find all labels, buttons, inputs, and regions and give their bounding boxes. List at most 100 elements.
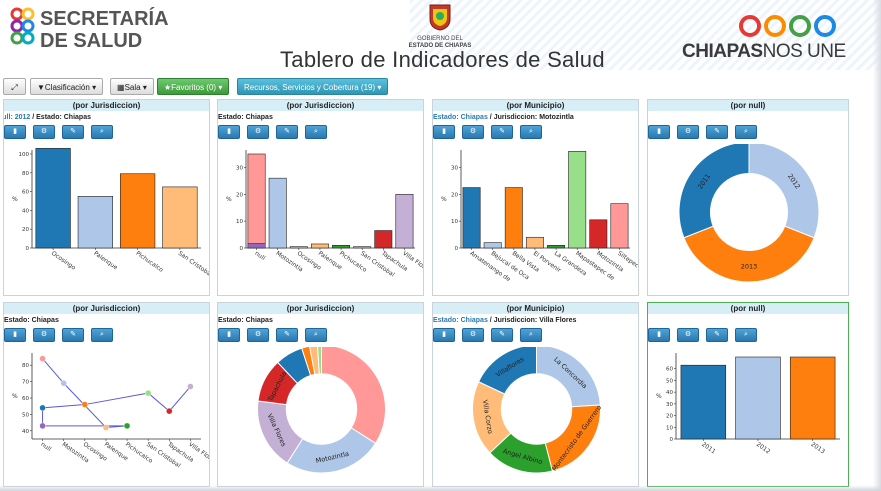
gear-button[interactable]: ⚙ (247, 125, 269, 139)
favoritos-dropdown[interactable]: ★Favoritos (0) ▾ (157, 78, 230, 95)
gear-button[interactable]: ⚙ (677, 125, 699, 139)
panel-title: (por Jurisdiccion) (218, 303, 423, 314)
bar-chart-button[interactable]: ▮ (4, 125, 26, 139)
point-5[interactable] (81, 401, 89, 408)
bar-8[interactable] (395, 193, 414, 249)
gear-button[interactable]: ⚙ (462, 328, 484, 342)
bar-3[interactable] (504, 187, 523, 249)
bar-2[interactable] (483, 242, 502, 249)
bar-chart-button[interactable]: ▮ (4, 328, 26, 342)
gear-button[interactable]: ⚙ (462, 125, 484, 139)
edit-button[interactable]: ✎ (491, 328, 513, 342)
y-tick-label: 20 (236, 192, 243, 198)
dashboard-screenshot: SECRETARÍA DE SALUD GOBIERNO DEL ESTADO … (0, 0, 881, 491)
panel-title: (por Municipio) (433, 100, 638, 111)
slice-2[interactable] (286, 427, 377, 474)
breadcrumb-link[interactable]: Estado: Chiapas (433, 317, 488, 324)
zoom-button[interactable]: ⌕ (735, 125, 757, 139)
breadcrumb-link[interactable]: Estado: Chiapas (433, 114, 488, 121)
edit-button[interactable]: ✎ (62, 328, 84, 342)
clasificacion-dropdown[interactable]: ▼Clasificación ▾ (30, 78, 104, 95)
zoom-button[interactable]: ⌕ (520, 328, 542, 342)
bar-1[interactable] (680, 364, 727, 440)
bar-5[interactable] (547, 245, 566, 249)
bar-3[interactable] (120, 173, 156, 249)
zoom-button[interactable]: ⌕ (520, 125, 542, 139)
gear-button[interactable]: ⚙ (33, 328, 55, 342)
bar-chart-button[interactable]: ▮ (648, 328, 670, 342)
bar-chart-button[interactable]: ▮ (433, 328, 455, 342)
y-tick-label: 60 (22, 190, 29, 196)
bar-1[interactable] (247, 153, 266, 249)
y-tick-label: 80 (22, 171, 29, 177)
breadcrumb-link[interactable]: null: 2012 (4, 114, 30, 121)
slice-3[interactable] (678, 144, 750, 239)
slice-1[interactable] (748, 144, 820, 239)
panel-breadcrumb (648, 314, 848, 326)
gear-button[interactable]: ⚙ (247, 328, 269, 342)
bar-1[interactable] (35, 148, 71, 249)
bar-3[interactable] (789, 356, 836, 440)
chart-line: 4050607080%null MotozintlaOcosingoPalenqu… (12, 353, 209, 470)
slice-1[interactable] (536, 347, 601, 408)
bar-2[interactable] (268, 177, 287, 249)
point-4[interactable] (60, 380, 67, 387)
point-2[interactable] (39, 404, 46, 412)
zoom-button[interactable]: ⌕ (91, 328, 113, 342)
bar-7[interactable] (374, 230, 393, 249)
point-7[interactable] (123, 422, 131, 430)
gear-button[interactable]: ⚙ (33, 125, 55, 139)
bar-7[interactable] (589, 219, 608, 249)
edit-button[interactable]: ✎ (706, 125, 728, 139)
bar-chart-button[interactable]: ▮ (433, 125, 455, 139)
zoom-button[interactable]: ⌕ (305, 125, 327, 139)
bar-2[interactable] (77, 195, 113, 249)
point-10[interactable] (187, 383, 194, 390)
bar-6[interactable] (568, 151, 587, 249)
indicator-panel-3[interactable]: (por Municipio) Estado: Chiapas / Jurisdi… (432, 99, 639, 296)
point-3[interactable] (39, 422, 46, 430)
indicator-panel-7[interactable]: (por Municipio) Estado: Chiapas / Jurisdi… (432, 302, 639, 487)
zoom-button[interactable]: ⌕ (735, 328, 757, 342)
point-8[interactable] (144, 389, 152, 397)
bar-chart-button[interactable]: ▮ (648, 125, 670, 139)
edit-button[interactable]: ✎ (276, 125, 298, 139)
indicator-panel-8[interactable]: (por null) ▮ ⚙ ✎ ⌕ 0 10 20 30 40 50 60% 2011 2012 2013 (647, 302, 849, 487)
bar-4[interactable] (525, 236, 544, 249)
bar-base-1[interactable] (247, 243, 266, 249)
indicator-panel-4[interactable]: (por null) ▮ ⚙ ✎ ⌕ 2012 2013 2011 (647, 99, 849, 296)
edit-button[interactable]: ✎ (491, 125, 513, 139)
expand-button[interactable]: ⤢ (3, 78, 26, 95)
edit-button[interactable]: ✎ (276, 328, 298, 342)
bar-4[interactable] (162, 186, 198, 249)
zoom-button[interactable]: ⌕ (305, 328, 327, 342)
indicator-panel-1[interactable]: (por Jurisdiccion)null: 2012 / Estado: C… (3, 99, 210, 296)
bar-chart-button[interactable]: ▮ (218, 328, 240, 342)
indicator-panel-5[interactable]: (por Jurisdiccion) Estado: Chiapas ▮ ⚙ ✎ ⌕ 40 5… (3, 302, 210, 487)
indicator-panel-2[interactable]: (por Jurisdiccion) Estado: Chiapas ▮ ⚙ ✎ ⌕ 0 10… (217, 99, 424, 296)
bar-4[interactable] (310, 243, 329, 249)
edit-button[interactable]: ✎ (706, 328, 728, 342)
bar-2[interactable] (735, 356, 781, 440)
bar-3[interactable] (289, 246, 308, 249)
zoom-button[interactable]: ⌕ (91, 125, 113, 139)
panel-breadcrumb: Estado: Chiapas (218, 314, 423, 326)
bar-8[interactable] (610, 203, 629, 249)
point-1[interactable] (39, 355, 46, 362)
y-tick-label: 40 (22, 429, 29, 435)
indicator-panel-6[interactable]: (por Jurisdiccion) Estado: Chiapas ▮ ⚙ ✎ ⌕ Mot… (217, 302, 424, 487)
bar-5[interactable] (332, 245, 351, 249)
edit-button[interactable]: ✎ (62, 125, 84, 139)
breadcrumb-text: / Jurisdiccion: Motozintla (487, 114, 574, 121)
gear-icon: ⚙ (40, 331, 48, 338)
gear-button[interactable]: ⚙ (677, 328, 699, 342)
recursos-dropdown[interactable]: Recursos, Servicios y Cobertura (19) ▾ (237, 78, 389, 95)
point-6[interactable] (102, 424, 110, 431)
bar-6[interactable] (353, 246, 372, 249)
bar-1[interactable] (462, 187, 481, 249)
gear-icon: ⚙ (684, 128, 692, 135)
sala-dropdown[interactable]: ▦Sala ▾ (110, 78, 154, 95)
bar-chart-button[interactable]: ▮ (218, 125, 240, 139)
slice-2[interactable] (683, 225, 815, 283)
point-9[interactable] (166, 407, 173, 415)
